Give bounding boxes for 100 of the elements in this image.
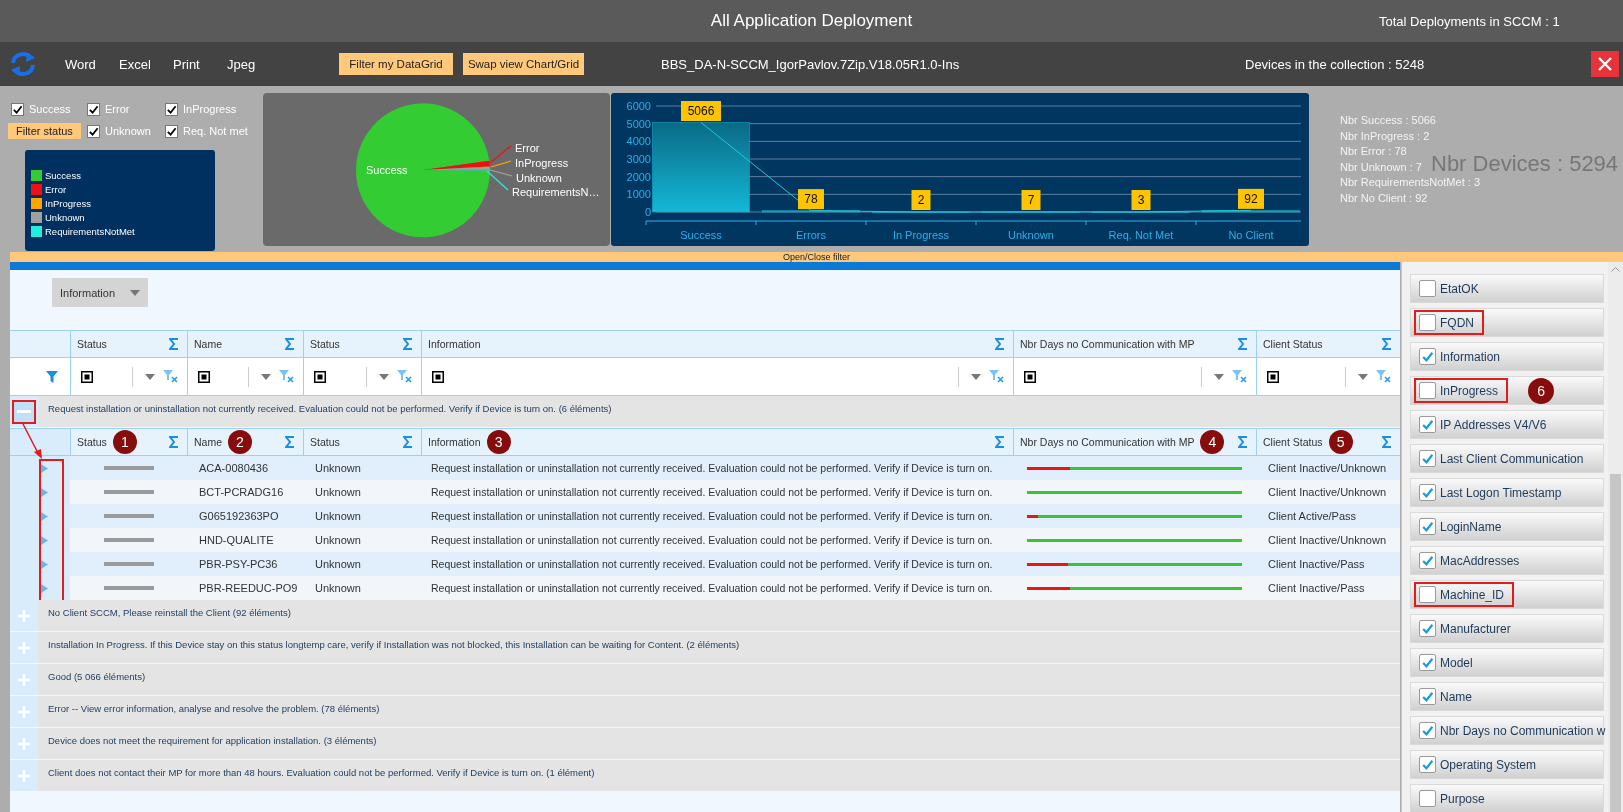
number-badge: 4 xyxy=(1200,430,1225,454)
table-cell: Client Inactive/Unknown xyxy=(1256,528,1400,552)
group-label: Client does not contact their MP for more than 48 hours. Evaluation could not be performed. Verify if Device is turn on. (1 élément) xyxy=(38,760,1400,791)
table-cell: Unknown xyxy=(303,576,421,600)
option-label: Information xyxy=(1440,349,1501,364)
group-label: Device does not meet the requirement for application installation. (3 éléments) xyxy=(38,728,1400,759)
table-cell: Unknown xyxy=(303,552,421,576)
stat-line: Nbr RequirementsNotMet : 3 xyxy=(1340,175,1480,190)
number-badge: 6 xyxy=(1528,377,1555,404)
table-cell: Request installation or uninstallation not currently received. Evaluation could not be performed. Verify if Device is turn on. xyxy=(421,456,1013,480)
data-label: 78 xyxy=(804,192,818,207)
deployment-name: BBS_DA-N-SCCM_IgorPavlov.7Zip.V18.05R1.0-Ins xyxy=(661,56,961,72)
table-cell: PBR-PSY-PC36 xyxy=(187,552,303,576)
data-label: 2 xyxy=(917,193,925,207)
axis-tick-label: 2000 xyxy=(626,170,651,183)
checkbox-label: Req. Not met xyxy=(183,125,248,137)
category-label: Errors xyxy=(796,229,826,241)
group-label: Request installation or uninstallation not currently received. Evaluation could not be performed. Verify if Device is turn on. (6 éléments) xyxy=(38,396,1400,427)
option-label: InProgress xyxy=(1440,383,1499,398)
legend-label: Success xyxy=(45,170,81,181)
category-label: Success xyxy=(680,229,722,241)
option-label: FQDN xyxy=(1440,315,1474,330)
option-label: MacAddresses xyxy=(1440,553,1520,568)
pie-label: RequirementsN… xyxy=(512,186,600,198)
option-label: Manufacturer xyxy=(1440,621,1511,636)
category-label: Req. Not Met xyxy=(1108,229,1174,241)
data-label: 5066 xyxy=(681,101,721,121)
device-count: Devices in the collection : 5248 xyxy=(1245,56,1426,72)
table-cell: BCT-PCRADG16 xyxy=(187,480,303,504)
table-cell: Unknown xyxy=(303,480,421,504)
table-cell: Request installation or uninstallation not currently received. Evaluation could not be performed. Verify if Device is turn on. xyxy=(421,504,1013,528)
table-cell: ACA-0080436 xyxy=(187,456,303,480)
window-title: All Application Deployment xyxy=(709,11,914,31)
pie-label: Success xyxy=(366,164,408,176)
checkbox-label: InProgress xyxy=(183,103,237,115)
option-label: Last Logon Timestamp xyxy=(1440,485,1562,500)
pie-label: Unknown xyxy=(516,172,562,184)
table-cell: Unknown xyxy=(303,456,421,480)
axis-tick-label: 5000 xyxy=(626,117,651,130)
data-label: 78 xyxy=(798,189,824,210)
category-label: No Client xyxy=(1228,229,1274,241)
data-label: 3 xyxy=(1137,193,1145,207)
checkbox-label: Error xyxy=(105,103,130,115)
table-cell: Client Inactive/Pass xyxy=(1256,552,1400,576)
stat-line: Nbr Error : 78 xyxy=(1340,144,1407,159)
option-label: Machine_ID xyxy=(1440,587,1505,602)
legend-label: Unknown xyxy=(45,212,85,223)
pie-label: Error xyxy=(515,142,540,154)
data-label: 5066 xyxy=(687,104,715,118)
option-label: Last Client Communication xyxy=(1440,451,1584,466)
table-cell: Client Active/Pass xyxy=(1256,504,1400,528)
table-cell: Request installation or uninstallation not currently received. Evaluation could not be performed. Verify if Device is turn on. xyxy=(421,480,1013,504)
number-badge: 2 xyxy=(228,430,252,454)
legend-label: Error xyxy=(45,184,67,195)
group-label: Good (5 066 éléments) xyxy=(38,664,1400,695)
option-label: Model xyxy=(1440,655,1473,670)
group-label: Error -- View error information, analyse and resolve the problem. (78 éléments) xyxy=(38,696,1400,727)
table-cell: Client Inactive/Unknown xyxy=(1256,480,1400,504)
option-label: Purpose xyxy=(1440,791,1485,806)
axis-tick-label: 4000 xyxy=(626,135,651,148)
deployment-count: Total Deployments in SCCM : 1 xyxy=(1378,13,1561,29)
table-cell: Request installation or uninstallation not currently received. Evaluation could not be performed. Verify if Device is turn on. xyxy=(421,552,1013,576)
data-label: 3 xyxy=(1131,190,1151,210)
data-label: 92 xyxy=(1244,191,1258,206)
stat-line: Nbr No Client : 92 xyxy=(1340,190,1428,206)
data-label: 2 xyxy=(911,190,931,210)
checkbox-label: Success xyxy=(29,103,71,115)
axis-tick-label: 6000 xyxy=(626,100,651,112)
axis-tick-label: 3000 xyxy=(626,153,651,165)
stat-line: Nbr InProgress : 2 xyxy=(1340,128,1430,144)
stat-line: Nbr Unknown : 7 xyxy=(1340,159,1422,175)
option-label: LoginName xyxy=(1440,519,1502,534)
axis-tick-label: 1000 xyxy=(626,188,651,201)
option-label: Name xyxy=(1440,689,1472,704)
table-cell: Unknown xyxy=(303,504,421,528)
number-badge: 5 xyxy=(1328,430,1353,454)
axis-tick-label: 0 xyxy=(644,206,651,218)
legend-label: RequirementsNotMet xyxy=(45,226,135,237)
data-label: 92 xyxy=(1238,188,1264,209)
number-badge: 3 xyxy=(486,430,511,454)
option-label: IP Addresses V4/V6 xyxy=(1440,417,1547,432)
option-label: Operating System xyxy=(1440,757,1537,772)
table-cell: Client Inactive/Unknown xyxy=(1256,456,1400,480)
table-cell: PBR-REEDUC-PO9 xyxy=(187,576,303,600)
data-label: 7 xyxy=(1021,190,1041,210)
data-label: 7 xyxy=(1027,193,1035,207)
group-label: No Client SCCM, Please reinstall the Client (92 éléments) xyxy=(38,600,1400,631)
pie-label: InProgress xyxy=(515,157,569,169)
stat-line: Nbr Success : 5066 xyxy=(1340,113,1436,128)
legend-label: InProgress xyxy=(45,198,91,209)
table-cell: Request installation or uninstallation not currently received. Evaluation could not be performed. Verify if Device is turn on. xyxy=(421,528,1013,552)
category-label: In Progress xyxy=(892,229,950,241)
table-cell: Request installation or uninstallation not currently received. Evaluation could not be performed. Verify if Device is turn on. xyxy=(421,576,1013,600)
option-label: EtatOK xyxy=(1440,281,1479,296)
table-cell: Unknown xyxy=(303,528,421,552)
category-label: Unknown xyxy=(1008,229,1054,241)
option-label: Nbr Days no Communication w xyxy=(1440,723,1606,738)
table-cell: G065192363PO xyxy=(187,504,303,528)
checkbox-label: Unknown xyxy=(105,125,151,137)
group-label: Installation In Progress. If this Device stay on this status longtemp care, verify if Installation was not blocked, this Installation can be waiting for Content. (2 éléments) xyxy=(38,632,1400,663)
